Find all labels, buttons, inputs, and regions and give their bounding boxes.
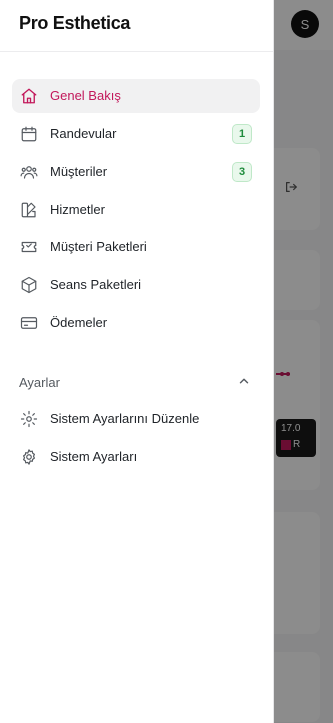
package-icon [20, 276, 38, 294]
settings-edit-icon [20, 410, 38, 428]
sidebar-item-sistem-ayarlari[interactable]: Sistem Ayarları [12, 440, 260, 474]
home-icon [20, 87, 38, 105]
sidebar-item-label: Sistem Ayarları [50, 449, 138, 464]
sidebar-item-label: Sistem Ayarlarını Düzenle [50, 411, 200, 426]
sidebar-item-label: Genel Bakış [50, 88, 121, 103]
sidebar-item-musteriler[interactable]: Müşteriler 3 [12, 155, 260, 189]
count-badge: 1 [232, 124, 252, 144]
sidebar-item-odemeler[interactable]: Ödemeler [12, 306, 260, 340]
settings-section-title[interactable]: Ayarlar [19, 375, 60, 390]
sidebar-item-label: Müşteriler [50, 164, 108, 179]
sidebar-item-label: Hizmetler [50, 202, 105, 217]
sidebar-item-label: Ödemeler [50, 315, 108, 330]
sidebar-item-hizmetler[interactable]: Hizmetler [12, 193, 260, 227]
chevron-up-icon[interactable] [237, 374, 251, 388]
brand-title: Pro Esthetica [19, 13, 131, 33]
credit-card-icon [20, 314, 38, 332]
sidebar-item-label: Randevular [50, 126, 117, 141]
sidebar-item-label: Müşteri Paketleri [50, 239, 147, 254]
count-badge: 3 [232, 162, 252, 182]
sidebar-item-genel-bakis[interactable]: Genel Bakış [12, 79, 260, 113]
sidebar-item-seans-paketleri[interactable]: Seans Paketleri [12, 268, 260, 302]
sidebar-item-label: Seans Paketleri [50, 277, 142, 292]
users-icon [20, 163, 38, 181]
sidebar-item-sistem-ayarlarini-duzenle[interactable]: Sistem Ayarlarını Düzenle [12, 402, 260, 436]
services-icon [20, 201, 38, 219]
sidebar-item-musteri-paketleri[interactable]: Müşteri Paketleri [12, 230, 260, 264]
calendar-icon [20, 125, 38, 143]
ticket-icon [20, 238, 38, 256]
header-divider [0, 51, 273, 52]
sidebar-item-randevular[interactable]: Randevular 1 [12, 117, 260, 151]
gear-icon [20, 448, 38, 466]
navigation-drawer: Pro Esthetica Genel Bakış Randevular 1 M… [0, 0, 274, 723]
